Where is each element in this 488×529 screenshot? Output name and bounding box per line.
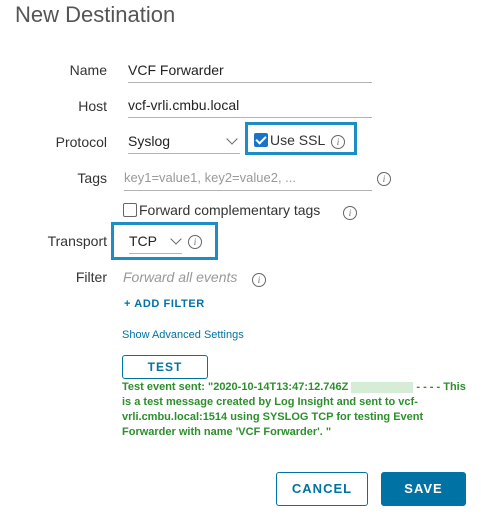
filter-placeholder: Forward all events bbox=[123, 269, 238, 285]
chevron-down-icon bbox=[226, 133, 238, 145]
transport-label: Transport bbox=[47, 233, 107, 249]
cancel-button[interactable]: CANCEL bbox=[276, 472, 368, 506]
save-button[interactable]: SAVE bbox=[381, 472, 466, 506]
name-input[interactable]: VCF Forwarder bbox=[128, 60, 372, 83]
info-icon[interactable]: i bbox=[188, 235, 202, 249]
add-filter-button[interactable]: + ADD FILTER bbox=[124, 298, 205, 310]
use-ssl-checkbox[interactable] bbox=[254, 133, 268, 147]
transport-select[interactable]: TCP bbox=[129, 231, 182, 254]
transport-value: TCP bbox=[129, 233, 157, 249]
tags-label: Tags bbox=[77, 170, 107, 186]
protocol-value: Syslog bbox=[128, 133, 171, 149]
info-icon[interactable]: i bbox=[252, 273, 266, 287]
info-icon[interactable]: i bbox=[331, 135, 345, 149]
host-input[interactable]: vcf-vrli.cmbu.local bbox=[128, 95, 372, 118]
info-icon[interactable]: i bbox=[377, 172, 391, 186]
test-button[interactable]: TEST bbox=[122, 355, 208, 379]
dialog-title: New Destination bbox=[15, 2, 176, 27]
use-ssl-label: Use SSL bbox=[270, 132, 326, 148]
protocol-select[interactable]: Syslog bbox=[128, 131, 240, 154]
redacted-block bbox=[351, 381, 414, 393]
test-result-prefix: Test event sent: "2020-10-14T13:47:12.74… bbox=[122, 381, 349, 393]
test-result-message: Test event sent: "2020-10-14T13:47:12.74… bbox=[122, 380, 467, 440]
protocol-label: Protocol bbox=[55, 134, 107, 150]
forward-tags-checkbox[interactable] bbox=[123, 203, 137, 217]
host-label: Host bbox=[78, 98, 107, 114]
chevron-down-icon bbox=[170, 233, 182, 245]
info-icon[interactable]: i bbox=[343, 206, 357, 220]
name-label: Name bbox=[69, 62, 107, 78]
tags-input[interactable]: key1=value1, key2=value2, ... bbox=[124, 168, 372, 191]
show-advanced-settings-link[interactable]: Show Advanced Settings bbox=[122, 329, 244, 341]
forward-tags-label: Forward complementary tags bbox=[139, 202, 321, 218]
filter-label: Filter bbox=[75, 269, 107, 285]
